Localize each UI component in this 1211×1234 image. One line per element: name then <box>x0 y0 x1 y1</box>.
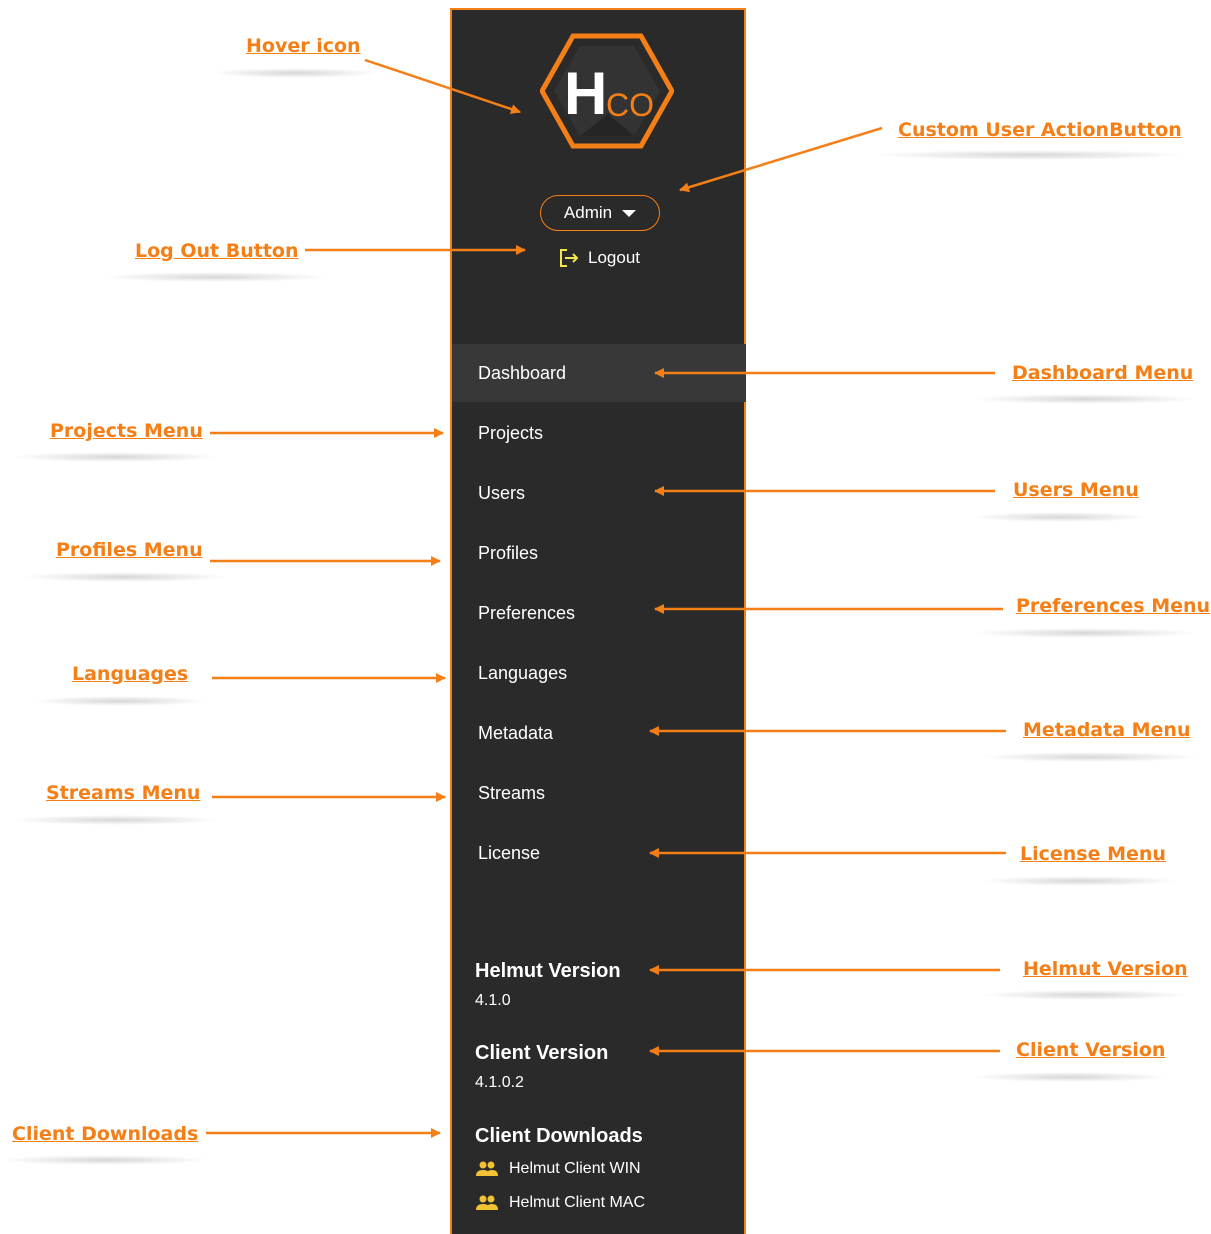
annotation-client-downloads: Client Downloads <box>12 1123 199 1145</box>
annotation-log-out-button: Log Out Button <box>135 240 299 262</box>
annotation-helmut-version: Helmut Version <box>1023 958 1188 980</box>
annotation-preferences-menu: Preferences Menu <box>1016 595 1211 617</box>
annotation-profiles-menu: Profiles Menu <box>56 539 203 561</box>
annotation-client-version: Client Version <box>1016 1039 1166 1061</box>
annotation-hover-icon: Hover icon <box>246 35 361 57</box>
annotation-metadata-menu: Metadata Menu <box>1023 719 1191 741</box>
annotation-users-menu: Users Menu <box>1013 479 1139 501</box>
annotation-streams-menu: Streams Menu <box>46 782 201 804</box>
annotation-license-menu: License Menu <box>1020 843 1166 865</box>
annotation-custom-user-action: Custom User ActionButton <box>898 119 1182 141</box>
annotation-dashboard-menu: Dashboard Menu <box>1012 362 1194 384</box>
annotation-languages: Languages <box>72 663 189 685</box>
annotation-projects-menu: Projects Menu <box>50 420 203 442</box>
